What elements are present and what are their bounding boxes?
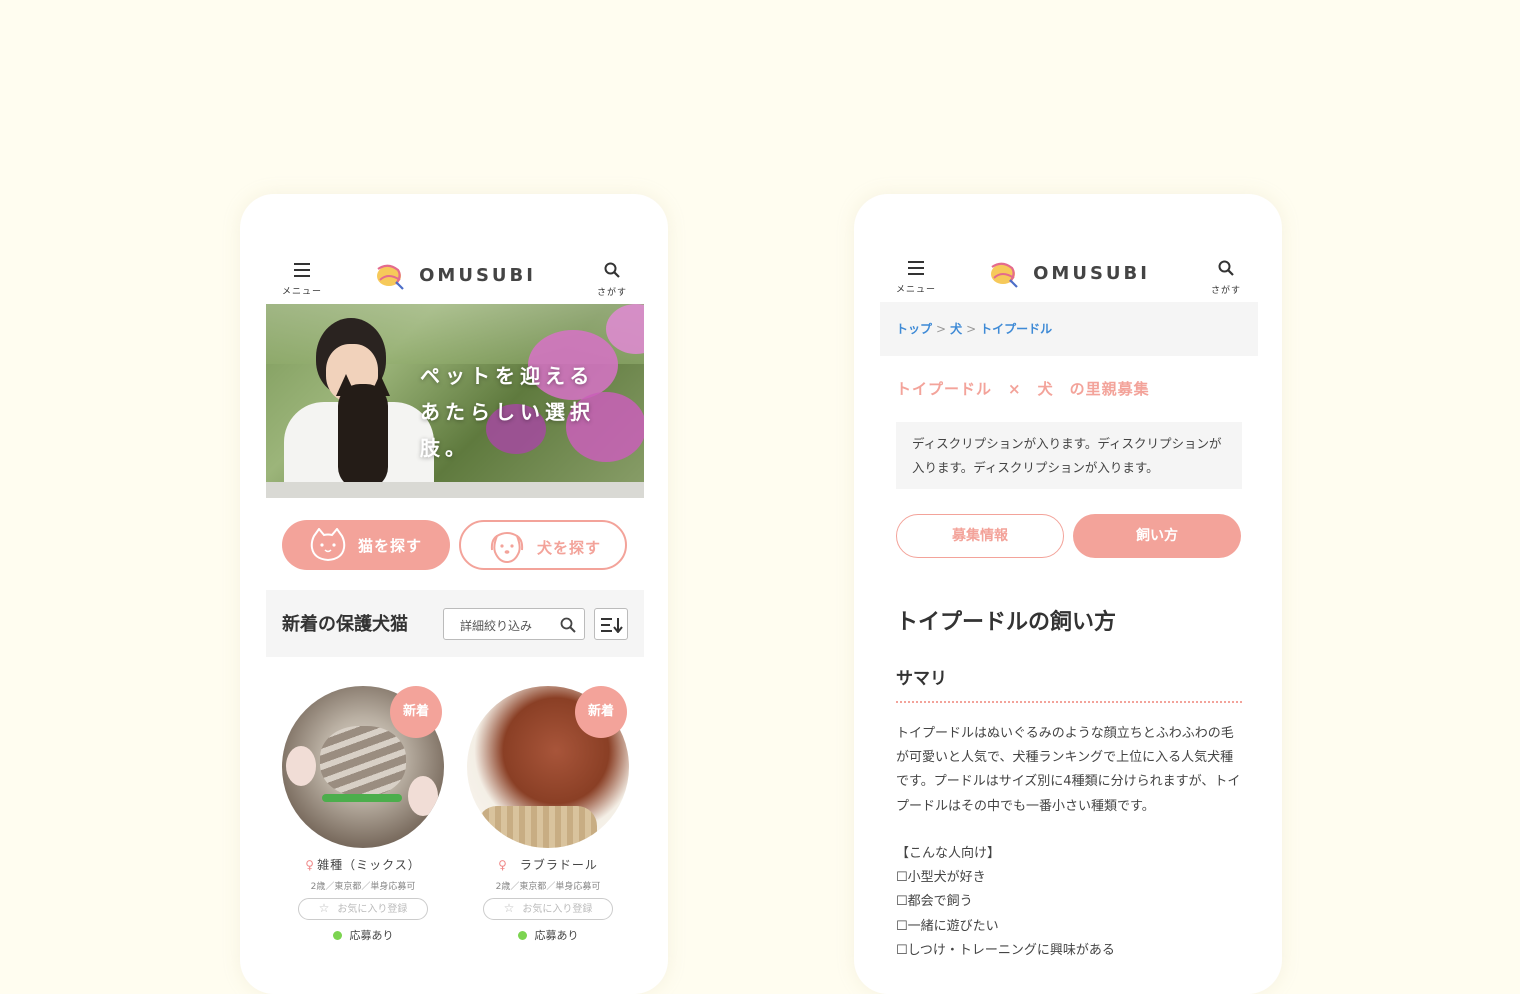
sort-button[interactable] xyxy=(594,608,628,640)
status-dot xyxy=(332,931,342,940)
dotted-divider xyxy=(896,701,1242,703)
summary-text: トイプードルはぬいぐるみのような顔立ちとふわふわの毛が可愛いと人気で、犬種ランキ… xyxy=(896,726,1241,814)
cat-face-icon xyxy=(310,528,346,562)
breadcrumb-top[interactable]: トップ xyxy=(896,322,932,336)
page-title: トイプードル × 犬 の里親募集 xyxy=(896,380,1150,398)
pet-meta: 2歳／東京都／単身応募可 xyxy=(495,882,601,892)
search-button[interactable]: さがす xyxy=(1206,260,1246,296)
pet-breed: ♀ ラブラドール xyxy=(498,858,598,872)
star-icon: ☆ xyxy=(503,901,515,915)
summary-heading: サマリ xyxy=(896,669,947,689)
breadcrumb-toy-poodle[interactable]: トイプードル xyxy=(980,322,1052,336)
new-arrivals-bar: 新着の保護犬猫 詳細絞り込み xyxy=(266,590,644,657)
search-label: さがす xyxy=(1210,286,1241,296)
sort-icon xyxy=(601,618,623,633)
brand-name: OMUSUBI xyxy=(419,264,536,286)
search-button[interactable]: さがす xyxy=(592,262,632,298)
pet-meta: 2歳／東京都／単身応募可 xyxy=(310,882,416,892)
brand-logo[interactable]: OMUSUBI xyxy=(880,258,1258,288)
favorite-button[interactable]: ☆ お気に入り登録 xyxy=(483,898,613,920)
search-label: さがす xyxy=(596,288,627,298)
new-badge: 新着 xyxy=(575,686,627,738)
omusubi-logo-icon xyxy=(377,264,404,290)
filter-label: 詳細絞り込み xyxy=(460,619,533,633)
hero-copy: ペットを迎える あたらしい選択肢。 xyxy=(420,364,595,460)
find-dog-button[interactable]: 犬を探す xyxy=(459,520,627,570)
hero-banner: ペットを迎える あたらしい選択肢。 xyxy=(266,304,644,498)
search-icon xyxy=(604,262,620,278)
app-header: メニュー OMUSUBI さがす xyxy=(880,254,1258,304)
recommended-item: ☐都会で飼う xyxy=(896,894,973,910)
status-dot xyxy=(517,931,527,940)
application-status: 応募あり xyxy=(467,927,629,943)
omusubi-logo-icon xyxy=(991,262,1018,288)
hero-dog-image xyxy=(338,384,388,489)
brand-logo[interactable]: OMUSUBI xyxy=(266,260,644,290)
recommended-list: 【こんな人向け】 ☐小型犬が好き ☐都会で飼う ☐一緒に遊びたい ☐しつけ・トレ… xyxy=(896,842,1242,963)
new-arrivals-title: 新着の保護犬猫 xyxy=(282,614,408,635)
breadcrumb-dog[interactable]: 犬 xyxy=(950,322,962,336)
application-status: 応募あり xyxy=(282,927,444,943)
pet-breed: ♀ 雑種（ミックス） xyxy=(305,858,421,872)
recommended-title: 【こんな人向け】 xyxy=(896,846,1001,861)
section-heading: トイプードルの飼い方 xyxy=(896,610,1117,635)
recommended-item: ☐しつけ・トレーニングに興味がある xyxy=(896,942,1115,958)
filter-button[interactable]: 詳細絞り込み xyxy=(443,608,585,640)
tab-recruit-info[interactable]: 募集情報 xyxy=(896,514,1064,558)
tab-how-to-keep[interactable]: 飼い方 xyxy=(1073,514,1241,558)
find-dog-label: 犬を探す xyxy=(537,539,602,557)
recommended-item: ☐小型犬が好き xyxy=(896,870,986,886)
home-screen: メニュー OMUSUBI さがす ペットを迎える あたらしい選択肢。 猫を探す … xyxy=(240,194,668,994)
recommended-item: ☐一緒に遊びたい xyxy=(896,918,999,934)
dog-face-icon xyxy=(490,532,524,564)
breadcrumb-separator: > xyxy=(966,322,977,336)
new-badge: 新着 xyxy=(390,686,442,738)
female-icon: ♀ xyxy=(498,858,508,872)
search-icon xyxy=(560,617,576,633)
breadcrumb: トップ > 犬 > トイプードル xyxy=(880,302,1258,356)
female-icon: ♀ xyxy=(305,858,316,872)
description-box: ディスクリプションが入ります。ディスクリプションが入ります。ディスクリプションが… xyxy=(896,422,1242,489)
app-header: メニュー OMUSUBI さがす xyxy=(266,256,644,306)
find-cat-button[interactable]: 猫を探す xyxy=(282,520,450,570)
pet-card[interactable]: 新着 ♀ ラブラドール 2歳／東京都／単身応募可 ☆ お気に入り登録 応募あり xyxy=(467,686,629,943)
favorite-button[interactable]: ☆ お気に入り登録 xyxy=(298,898,428,920)
brand-name: OMUSUBI xyxy=(1033,262,1150,284)
detail-screen: メニュー OMUSUBI さがす トップ > 犬 > トイプードル トイプードル × 犬… xyxy=(854,194,1282,994)
pet-card[interactable]: 新着 ♀ 雑種（ミックス） 2歳／東京都／単身応募可 ☆ お気に入り登録 応募あり xyxy=(282,686,444,943)
search-icon xyxy=(1218,260,1234,276)
star-icon: ☆ xyxy=(318,901,330,915)
find-cat-label: 猫を探す xyxy=(358,537,423,555)
breadcrumb-separator: > xyxy=(936,322,947,336)
